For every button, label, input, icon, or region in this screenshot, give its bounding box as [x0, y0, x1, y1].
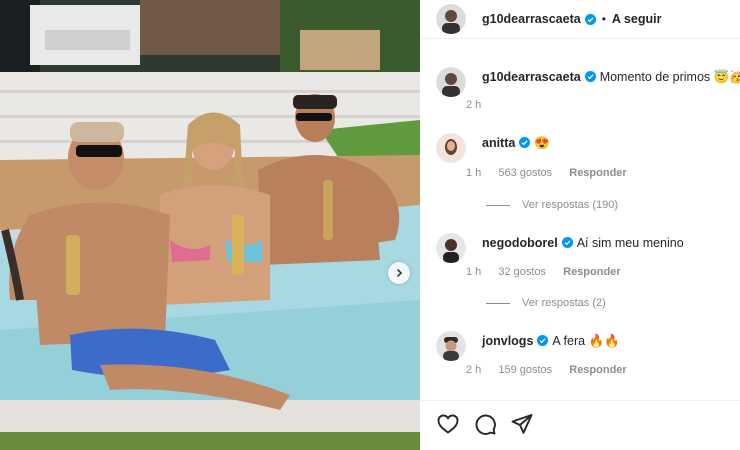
view-replies-label: Ver respostas (190) [522, 199, 618, 211]
chevron-right-icon [396, 268, 403, 278]
caption-username[interactable]: g10dearrascaeta [482, 70, 581, 84]
author-avatar[interactable] [436, 4, 466, 34]
follow-button[interactable]: A seguir [612, 12, 662, 26]
view-replies-button[interactable]: Ver respostas (190) [486, 199, 618, 211]
verified-badge-icon [584, 71, 596, 82]
caption-author-avatar[interactable] [436, 67, 466, 97]
commenter-avatar[interactable] [436, 331, 466, 361]
commenter-username[interactable]: negodoborel [482, 236, 558, 250]
commenter-username[interactable]: anitta [482, 136, 515, 150]
comment-likes[interactable]: 159 gostos [498, 364, 552, 376]
reply-button[interactable]: Responder [569, 167, 626, 179]
comment-time: 1 h [466, 167, 482, 179]
comment-text: Aí sim meu menino [576, 236, 684, 250]
comment-item: anitta 😍 [436, 133, 736, 163]
caption-time: 2 h [466, 99, 482, 111]
verified-badge-icon [561, 237, 573, 248]
comment-time: 2 h [466, 364, 482, 376]
caption-meta: 2 h [466, 99, 495, 111]
commenter-avatar[interactable] [436, 133, 466, 163]
verified-badge-icon [584, 13, 596, 25]
verified-badge-icon [519, 137, 531, 148]
caption-text: Momento de primos 😇🥳 [599, 70, 740, 84]
heart-icon[interactable] [436, 412, 460, 436]
comment-time: 1 h [466, 266, 482, 278]
comment-text: 😍 [534, 136, 550, 150]
comment-icon[interactable] [473, 412, 497, 436]
reply-button[interactable]: Responder [563, 266, 620, 278]
paper-plane-icon[interactable] [510, 412, 534, 436]
separator-dot: • [601, 12, 606, 26]
comment-item: negodoborel Aí sim meu menino [436, 233, 736, 263]
caption: g10dearrascaeta Momento de primos 😇🥳 [436, 67, 740, 97]
view-replies-label: Ver respostas (2) [522, 297, 606, 309]
commenter-avatar[interactable] [436, 233, 466, 263]
view-replies-button[interactable]: Ver respostas (2) [486, 297, 606, 309]
comment-meta: 1 h 563 gostos Responder [466, 167, 641, 179]
commenter-username[interactable]: jonvlogs [482, 334, 533, 348]
comment-item: jonvlogs A fera 🔥🔥 [436, 331, 736, 361]
comment-likes[interactable]: 563 gostos [498, 167, 552, 179]
comment-meta: 2 h 159 gostos Responder [466, 364, 641, 376]
comment-text: A fera 🔥🔥 [552, 334, 620, 348]
post-header: g10dearrascaeta • A seguir [420, 0, 740, 38]
header-divider [420, 38, 740, 39]
verified-badge-icon [537, 335, 549, 346]
post-actions [436, 412, 547, 436]
author-username[interactable]: g10dearrascaeta [482, 12, 581, 26]
post-image[interactable] [0, 0, 420, 450]
actions-divider [420, 400, 740, 401]
comment-meta: 1 h 32 gostos Responder [466, 266, 635, 278]
next-photo-button[interactable] [388, 262, 410, 284]
comment-likes[interactable]: 32 gostos [498, 266, 546, 278]
reply-button[interactable]: Responder [569, 364, 626, 376]
replies-line [486, 204, 510, 206]
replies-line [486, 302, 510, 304]
post-side-panel: g10dearrascaeta • A seguir g10dearrascae… [420, 0, 740, 450]
